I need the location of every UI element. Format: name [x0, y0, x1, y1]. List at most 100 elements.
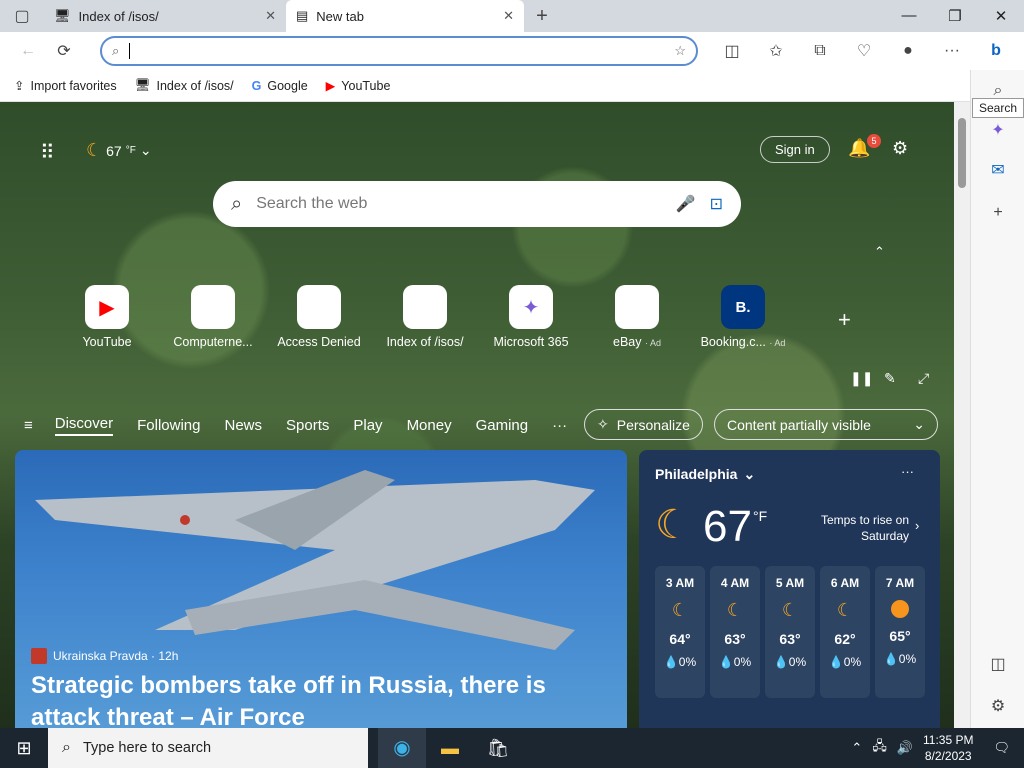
- forecast-precip: 💧0%: [718, 655, 752, 669]
- new-tab-page: ⠿ ☾ 67 °F ⌄ Sign in 🔔 5 ⚙ ⌕ Search the w…: [0, 102, 954, 728]
- quicklink-computernewage[interactable]: 🖥 Computerne...: [163, 285, 263, 349]
- favorite-import[interactable]: ⇪ Import favorites: [14, 78, 117, 94]
- search-icon: ⌕: [231, 192, 243, 215]
- refresh-icon[interactable]: ⟳: [46, 41, 82, 61]
- weather-widget[interactable]: ☾ 67 °F ⌄: [86, 140, 152, 161]
- server-icon: 🖥: [134, 78, 151, 92]
- tab-news[interactable]: News: [225, 417, 263, 434]
- personalize-label: Personalize: [616, 416, 690, 433]
- clock[interactable]: 11:35 PM 8/2/2023: [923, 732, 973, 764]
- news-source-label: Ukrainska Pravda · 12h: [53, 649, 179, 663]
- profile-avatar[interactable]: ●: [890, 42, 926, 60]
- web-search-box[interactable]: ⌕ Search the web 🎤 ⊡: [213, 181, 741, 227]
- network-icon[interactable]: 🖧: [872, 737, 887, 759]
- close-tab-icon[interactable]: ✕: [503, 8, 514, 24]
- favorites-icon[interactable]: ✩: [758, 41, 794, 61]
- tab-discover[interactable]: Discover: [54, 415, 114, 436]
- menu-icon[interactable]: ≡: [24, 417, 33, 434]
- address-bar[interactable]: ⌕ ☆: [100, 36, 698, 66]
- page-scrollbar[interactable]: [954, 102, 970, 728]
- add-shortcut-icon[interactable]: +: [838, 307, 851, 333]
- quicklink-youtube[interactable]: ▶ YouTube: [57, 285, 157, 349]
- quicklink-label: Microsoft 365: [493, 335, 569, 349]
- tab-index-isos[interactable]: 🖥 Index of /isos/ ✕: [44, 0, 286, 32]
- content-visibility-label: Content partially visible: [727, 416, 871, 433]
- favorite-star-icon[interactable]: ☆: [674, 43, 686, 59]
- hourly-forecast-item: 6 AM ☾ 62° 💧0%: [820, 566, 870, 698]
- weather-location[interactable]: Philadelphia ⌄: [655, 466, 755, 483]
- close-window-icon[interactable]: ✕: [978, 7, 1024, 25]
- taskbar-search[interactable]: ⌕ Type here to search: [48, 728, 368, 768]
- restore-icon[interactable]: ❐: [932, 7, 978, 25]
- volume-icon[interactable]: 🔊: [897, 740, 913, 756]
- quicklink-ebay[interactable]: 🛍 eBay · Ad: [587, 285, 687, 349]
- personalize-button[interactable]: ✧ Personalize: [584, 409, 703, 440]
- new-tab-button[interactable]: +: [524, 5, 560, 28]
- tab-following[interactable]: Following: [137, 417, 200, 434]
- weather-unit: °F: [125, 145, 136, 156]
- apps-grid-icon[interactable]: ⠿: [40, 140, 55, 165]
- server-icon: 🖥: [54, 8, 71, 23]
- chevron-right-icon[interactable]: ›: [915, 518, 919, 533]
- forecast-temp: 65°: [889, 628, 911, 644]
- tab-actions-icon[interactable]: ▢: [0, 6, 44, 26]
- split-screen-icon[interactable]: ◫: [714, 41, 750, 61]
- outlook-icon[interactable]: ✉: [985, 160, 1011, 186]
- taskbar: ⊞ ⌕ Type here to search ◉ ▬ 🛍 ⌃ 🖧 🔊 11:3…: [0, 728, 1024, 768]
- forecast-temp: 64°: [669, 631, 691, 647]
- microsoft365-icon[interactable]: ✦: [985, 120, 1011, 146]
- forecast-temp: 63°: [779, 631, 801, 647]
- news-headline[interactable]: Strategic bombers take off in Russia, th…: [31, 670, 611, 728]
- tab-play[interactable]: Play: [353, 417, 382, 434]
- quicklink-booking[interactable]: B. Booking.c... · Ad: [693, 285, 793, 349]
- quicklink-microsoft365[interactable]: ✦ Microsoft 365: [481, 285, 581, 349]
- back-icon[interactable]: ←: [10, 42, 46, 60]
- tab-sports[interactable]: Sports: [286, 417, 329, 434]
- more-tabs-button[interactable]: ···: [552, 417, 567, 434]
- hourly-forecast-item: 3 AM ☾ 64° 💧0%: [655, 566, 705, 698]
- precip-value: 0%: [843, 655, 862, 669]
- pause-icon[interactable]: ❚❚: [850, 370, 873, 387]
- favorite-youtube[interactable]: ▶ YouTube: [326, 78, 391, 94]
- notifications-icon[interactable]: 🗨: [993, 740, 1010, 756]
- weather-more-icon[interactable]: ···: [901, 464, 914, 479]
- favorite-index-isos[interactable]: 🖥 Index of /isos/: [135, 78, 234, 93]
- content-visibility-dropdown[interactable]: Content partially visible ⌄: [714, 409, 938, 440]
- tab-money[interactable]: Money: [407, 417, 452, 434]
- quicklink-label: Access Denied: [277, 335, 361, 349]
- visual-search-icon[interactable]: ⊡: [710, 194, 723, 214]
- hide-sidebar-icon[interactable]: ◫: [985, 654, 1011, 680]
- browser-essentials-icon[interactable]: ♡: [846, 41, 882, 61]
- weather-current-unit: °F: [753, 508, 768, 524]
- news-card[interactable]: Ukrainska Pravda · 12h Strategic bombers…: [15, 450, 627, 728]
- file-explorer-icon[interactable]: ▬: [426, 738, 474, 759]
- scrollbar-thumb[interactable]: [958, 118, 966, 188]
- more-menu-icon[interactable]: ···: [934, 42, 970, 60]
- tab-new-tab[interactable]: ▤ New tab ✕: [286, 0, 524, 32]
- sidebar-settings-icon[interactable]: ⚙: [985, 696, 1011, 722]
- quicklink-index-isos[interactable]: 🖥 Index of /isos/: [375, 285, 475, 349]
- ebay-bag-icon: 🛍: [615, 285, 659, 329]
- edit-background-icon[interactable]: ✎: [884, 370, 896, 387]
- tab-gaming[interactable]: Gaming: [476, 417, 529, 434]
- settings-gear-icon[interactable]: ⚙: [892, 138, 908, 159]
- chevron-down-icon: ⌄: [139, 142, 152, 158]
- close-tab-icon[interactable]: ✕: [265, 8, 276, 24]
- minimize-icon[interactable]: —: [886, 7, 932, 25]
- quicklink-access-denied[interactable]: 🖥 Access Denied: [269, 285, 369, 349]
- windows-start-icon[interactable]: ⊞: [0, 738, 48, 759]
- favorite-google[interactable]: G Google: [252, 79, 308, 93]
- tray-chevron-icon[interactable]: ⌃: [851, 740, 862, 756]
- bing-copilot-icon[interactable]: b: [978, 42, 1014, 60]
- expand-icon[interactable]: ⤢: [918, 370, 929, 387]
- collections-icon[interactable]: ⧉: [802, 42, 838, 60]
- web-search-input[interactable]: Search the web: [256, 195, 367, 213]
- collapse-chevron-icon[interactable]: ⌃: [874, 244, 885, 260]
- news-source: Ukrainska Pravda · 12h: [31, 648, 178, 664]
- store-icon[interactable]: 🛍: [474, 738, 522, 759]
- edge-taskbar-icon[interactable]: ◉: [378, 728, 426, 768]
- add-sidebar-app-icon[interactable]: +: [985, 204, 1011, 230]
- weather-note[interactable]: Temps to rise on Saturday: [799, 512, 909, 544]
- microphone-icon[interactable]: 🎤: [676, 194, 696, 214]
- sign-in-button[interactable]: Sign in: [760, 136, 830, 163]
